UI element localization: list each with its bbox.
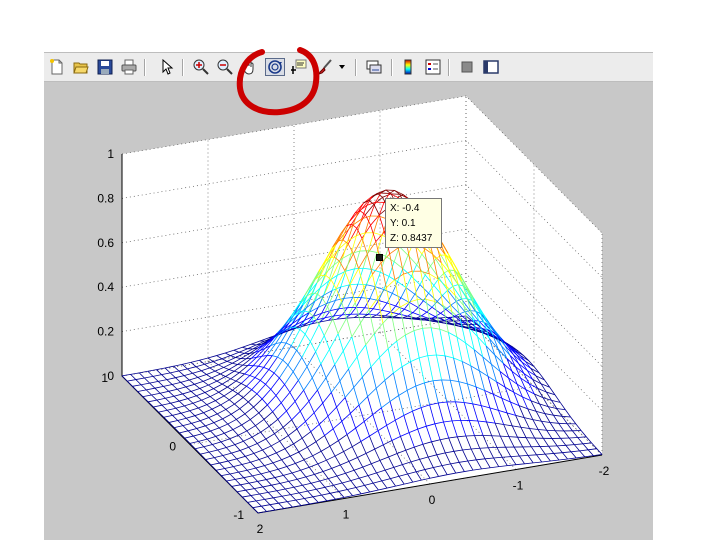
z-tick-label: 0.6 — [97, 236, 114, 250]
data-cursor-icon — [291, 59, 307, 74]
y-tick-label: 0 — [169, 440, 176, 454]
new-figure-icon — [50, 59, 63, 75]
data-tip-y: Y: 0.1 — [390, 218, 416, 229]
zoom-out-icon — [217, 59, 233, 75]
colorbar-icon — [404, 59, 412, 75]
y-tick-label: -1 — [233, 508, 244, 522]
figure-toolbar — [44, 52, 653, 82]
save-figure-button[interactable] — [95, 58, 115, 76]
axes-area — [122, 96, 602, 513]
brush-dropdown-button[interactable] — [337, 58, 347, 76]
data-tip-z: Z: 0.8437 — [390, 233, 433, 244]
legend-button[interactable] — [423, 58, 443, 76]
brush-button[interactable] — [315, 58, 335, 76]
x-tick-label: -2 — [599, 464, 610, 478]
chevron-down-icon — [339, 65, 345, 69]
new-figure-button[interactable] — [47, 58, 67, 76]
zoom-out-button[interactable] — [215, 58, 235, 76]
z-tick-label: 1 — [107, 147, 114, 161]
rotate-3d-icon — [268, 60, 282, 74]
data-tip-x: X: -0.4 — [390, 203, 420, 214]
show-plot-tools-icon — [483, 60, 499, 74]
rotate-3d-button[interactable] — [265, 58, 285, 76]
hide-plot-tools-icon — [461, 61, 473, 73]
x-tick-label: 0 — [429, 493, 436, 507]
zoom-in-button[interactable] — [191, 58, 211, 76]
figure-window: 0 0.2 0.4 0.6 0.8 1 -2 -1 0 1 2 -1 0 1 — [44, 52, 653, 540]
z-tick-label: 0.4 — [97, 280, 114, 294]
save-figure-icon — [97, 59, 113, 75]
zoom-in-icon — [193, 59, 209, 75]
link-plot-icon — [366, 60, 382, 74]
data-tip-marker[interactable] — [376, 254, 383, 261]
open-file-icon — [73, 62, 89, 74]
print-figure-icon — [121, 59, 137, 75]
legend-icon — [425, 59, 441, 75]
open-file-button[interactable] — [71, 58, 91, 76]
z-tick-label: 0 — [107, 369, 114, 383]
z-tick-label: 0.8 — [97, 191, 114, 205]
z-tick-label: 0.2 — [97, 325, 114, 339]
print-figure-button[interactable] — [119, 58, 139, 76]
pan-hand-icon — [242, 59, 254, 75]
show-plot-tools-button[interactable] — [481, 58, 501, 76]
x-tick-label: -1 — [513, 479, 524, 493]
pan-button[interactable] — [239, 58, 259, 76]
colorbar-button[interactable] — [398, 58, 418, 76]
plot-canvas[interactable]: 00.20.40.60.81-2-1012-101 — [44, 52, 653, 540]
data-tip[interactable]: X: -0.4 Y: 0.1 Z: 0.8437 — [385, 198, 442, 248]
edit-plot-arrow-icon — [162, 59, 174, 75]
x-tick-label: 2 — [257, 522, 264, 536]
data-cursor-button[interactable] — [289, 58, 309, 76]
y-tick-label: 1 — [101, 371, 108, 385]
brush-icon — [318, 59, 332, 75]
edit-plot-button[interactable] — [157, 58, 177, 76]
x-tick-label: 1 — [343, 508, 350, 522]
hide-plot-tools-button[interactable] — [457, 58, 477, 76]
link-plot-button[interactable] — [364, 58, 384, 76]
